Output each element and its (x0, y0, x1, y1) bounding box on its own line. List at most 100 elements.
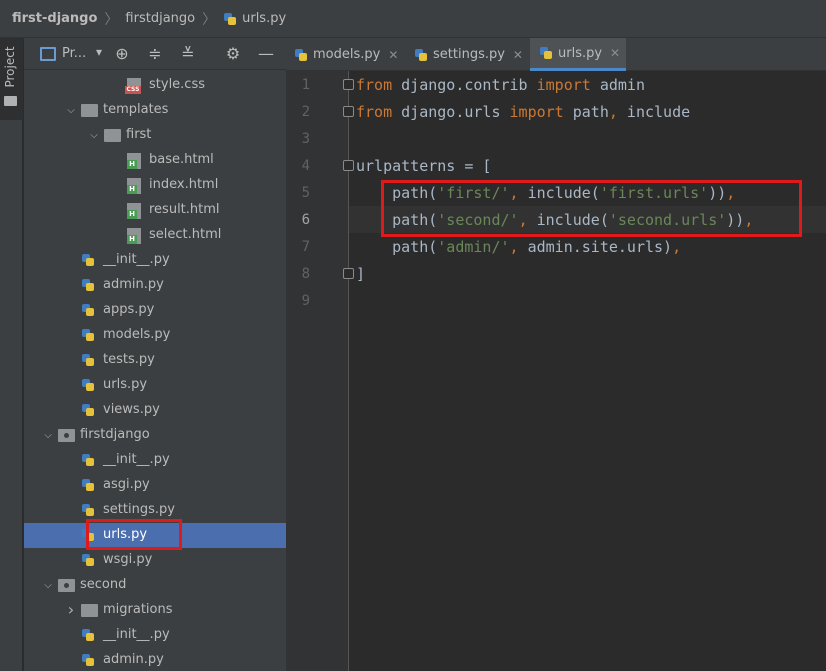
line-number: 7 (301, 239, 310, 255)
project-tool-tab[interactable]: Project (0, 38, 23, 120)
close-icon[interactable]: ✕ (610, 46, 620, 60)
highlight-box-selected-file (86, 519, 182, 550)
tab-label: urls.py (558, 45, 603, 61)
chevron-down-icon[interactable]: ⌵ (42, 430, 54, 441)
tree-item[interactable]: asgi.py (24, 473, 286, 498)
code-token: django.urls (392, 103, 510, 121)
tree-item[interactable]: index.html (24, 173, 286, 198)
tree-item-label: admin.py (103, 277, 164, 292)
breadcrumb-separator: 〉 (202, 11, 217, 28)
tab-urls-py[interactable]: urls.py ✕ (530, 38, 626, 71)
tool-window-strip: Project (0, 38, 23, 671)
tree-item-label: __init__.py (103, 452, 170, 467)
editor-tabs: models.py ✕ settings.py ✕ urls.py ✕ (286, 38, 826, 71)
code-token: import (509, 103, 564, 121)
python-file-icon (81, 653, 95, 667)
fold-marker-icon[interactable] (343, 268, 354, 279)
tree-item[interactable]: base.html (24, 148, 286, 173)
tree-item[interactable]: __init__.py (24, 448, 286, 473)
fold-marker-icon[interactable] (343, 106, 354, 117)
code-token: urlpatterns = [ (356, 157, 492, 175)
hide-panel-icon[interactable]: — (256, 44, 276, 64)
tree-item-label: asgi.py (103, 477, 150, 492)
line-number: 3 (301, 131, 310, 147)
locate-file-icon[interactable]: ⊕ (112, 44, 132, 64)
code-token: from (356, 76, 393, 94)
highlight-box-urlpatterns (381, 180, 802, 237)
code-token: from (356, 103, 393, 121)
fold-marker-icon[interactable] (343, 160, 354, 171)
tree-item[interactable]: › migrations (24, 598, 286, 623)
tree-item[interactable]: __init__.py (24, 623, 286, 648)
gear-icon[interactable]: ⚙ (223, 44, 243, 64)
folder-icon (4, 96, 17, 106)
tree-item[interactable]: admin.py (24, 273, 286, 298)
tab-label: settings.py (433, 47, 505, 62)
tree-item[interactable]: urls.py (24, 373, 286, 398)
html-file-icon (127, 153, 141, 169)
fold-marker-icon[interactable] (343, 79, 354, 90)
tree-item[interactable]: select.html (24, 223, 286, 248)
chevron-down-icon[interactable]: ▾ (96, 45, 102, 59)
code-line: path('admin/', admin.site.urls), (356, 238, 681, 256)
tree-item[interactable]: result.html (24, 198, 286, 223)
breadcrumb-file[interactable]: urls.py (223, 11, 286, 26)
code-line: urlpatterns = [ (356, 157, 491, 175)
breadcrumb-package[interactable]: firstdjango (125, 11, 195, 26)
tree-item[interactable]: tests.py (24, 348, 286, 373)
chevron-down-icon[interactable]: ⌵ (65, 105, 77, 116)
tree-item[interactable]: apps.py (24, 298, 286, 323)
tab-settings-py[interactable]: settings.py ✕ (414, 38, 530, 71)
close-icon[interactable]: ✕ (513, 48, 523, 62)
chevron-right-icon[interactable]: › (65, 600, 77, 619)
breadcrumb-file-label: urls.py (242, 11, 287, 26)
tree-item-label: index.html (149, 177, 219, 192)
python-file-icon (81, 278, 95, 292)
tree-item-label: select.html (149, 227, 222, 242)
expand-all-icon[interactable]: ≑ (145, 44, 165, 64)
tree-item-label: templates (103, 102, 169, 117)
collapse-all-icon[interactable]: ≚ (178, 44, 198, 64)
breadcrumb-project[interactable]: first-django (12, 11, 97, 26)
code-token: django.contrib (392, 76, 537, 94)
tree-item[interactable]: wsgi.py (24, 548, 286, 573)
code-token: ] (356, 265, 366, 283)
line-number: 2 (301, 104, 310, 120)
code-token: import (536, 76, 591, 94)
tab-models-py[interactable]: models.py ✕ (294, 38, 408, 71)
tree-item[interactable]: views.py (24, 398, 286, 423)
tree-item[interactable]: ⌵ second (24, 573, 286, 598)
python-file-icon (223, 12, 237, 26)
python-file-icon (414, 48, 428, 62)
tree-item[interactable]: ⌵ templates (24, 98, 286, 123)
tree-item[interactable]: ⌵ first (24, 123, 286, 148)
code-editor[interactable]: 1 from django.contrib import admin 2 from d… (286, 71, 826, 671)
code-line: from django.urls import path, include (356, 103, 690, 121)
tree-item[interactable]: __init__.py (24, 248, 286, 273)
tree-item-label: tests.py (103, 352, 155, 367)
python-file-icon (81, 628, 95, 642)
code-token: include (617, 103, 691, 121)
tree-item-label: first (126, 127, 152, 142)
line-number: 6 (301, 212, 310, 228)
line-number: 8 (301, 266, 310, 282)
package-icon (58, 429, 75, 442)
tree-item-label: views.py (103, 402, 160, 417)
python-file-icon (81, 553, 95, 567)
tree-item[interactable]: admin.py (24, 648, 286, 671)
html-file-icon (127, 203, 141, 219)
tree-item[interactable]: models.py (24, 323, 286, 348)
tree-item[interactable]: ⌵ firstdjango (24, 423, 286, 448)
breadcrumb: first-django 〉 firstdjango 〉 urls.py (0, 0, 826, 38)
tree-item-label: settings.py (103, 502, 175, 517)
tree-item-label: base.html (149, 152, 214, 167)
tree-item-label: models.py (103, 327, 171, 342)
chevron-down-icon[interactable]: ⌵ (88, 130, 100, 141)
python-file-icon (81, 503, 95, 517)
project-view-selector[interactable]: Pr... (62, 46, 86, 61)
tree-item-label: firstdjango (80, 427, 150, 442)
tree-item[interactable]: style.css (24, 73, 286, 98)
close-icon[interactable]: ✕ (388, 48, 398, 62)
chevron-down-icon[interactable]: ⌵ (42, 580, 54, 591)
code-token: , (672, 238, 682, 256)
